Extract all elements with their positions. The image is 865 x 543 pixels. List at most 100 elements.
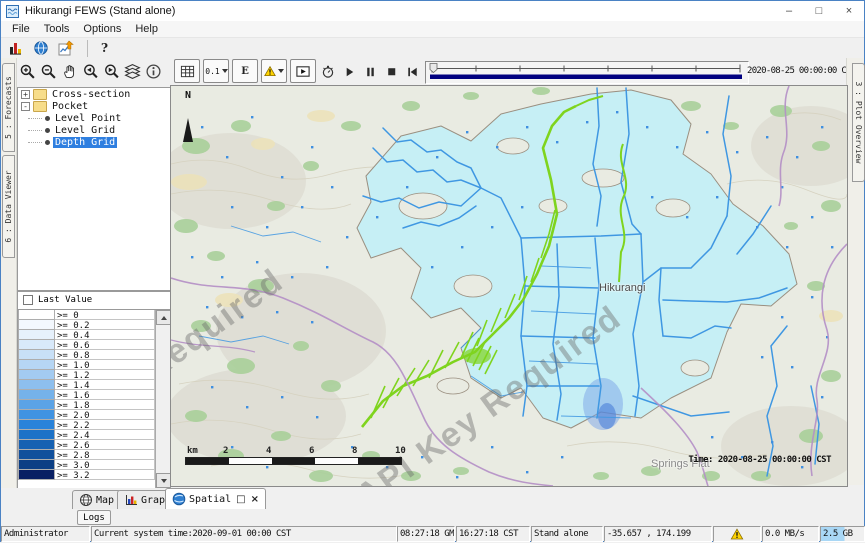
tree-label[interactable]: Pocket bbox=[50, 101, 90, 112]
legend-scrollbar[interactable] bbox=[155, 310, 170, 488]
scale-tick-label: 10 bbox=[395, 446, 406, 456]
side-tab-data-viewer[interactable]: 6 : Data Viewer bbox=[2, 155, 15, 258]
map-graphics bbox=[171, 86, 847, 486]
pan-hand-icon[interactable] bbox=[59, 60, 79, 82]
scale-tick-label: 2 bbox=[223, 446, 228, 456]
scale-segment bbox=[186, 458, 229, 464]
map-canvas[interactable]: API Key Required API Key Required N Hiku… bbox=[170, 85, 848, 487]
legend-label: >= 3.2 bbox=[55, 469, 155, 480]
menu-help[interactable]: Help bbox=[128, 23, 165, 35]
timeline-datetime: 2020-08-25 00:00:00 CST bbox=[747, 66, 856, 76]
tree-item-level-point[interactable]: Level Point bbox=[18, 112, 170, 124]
status-local-time: 16:27:18 CST bbox=[456, 526, 530, 542]
tree-item-depth-grid[interactable]: Depth Grid bbox=[18, 136, 170, 148]
import-export-chart-icon[interactable] bbox=[58, 40, 74, 56]
label-toggle-button[interactable]: E bbox=[232, 59, 258, 83]
warning-icon bbox=[264, 64, 276, 79]
tab-close-icon[interactable]: × bbox=[251, 494, 259, 505]
previous-frame-button[interactable] bbox=[402, 60, 422, 82]
scale-tick-label: 6 bbox=[309, 446, 314, 456]
threshold-value: 0.1 bbox=[205, 67, 219, 76]
menu-file[interactable]: File bbox=[5, 23, 37, 35]
animation-dialog-button[interactable] bbox=[290, 59, 316, 83]
play-button[interactable] bbox=[339, 60, 359, 82]
tree-connector bbox=[28, 117, 42, 119]
tab-maximize-icon[interactable]: □ bbox=[236, 494, 245, 505]
pause-button[interactable] bbox=[360, 60, 380, 82]
zoom-previous-icon[interactable] bbox=[80, 60, 100, 82]
chevron-down-icon bbox=[222, 69, 228, 73]
toolbar-separator bbox=[87, 40, 88, 57]
tree-item-cross-section[interactable]: + Cross-section bbox=[18, 88, 170, 100]
tree-label[interactable]: Cross-section bbox=[50, 89, 132, 100]
folder-icon bbox=[33, 89, 47, 100]
minimize-button[interactable]: – bbox=[774, 1, 804, 21]
zoom-out-icon[interactable] bbox=[38, 60, 58, 82]
collapse-icon[interactable]: - bbox=[21, 102, 30, 111]
maximize-button[interactable]: □ bbox=[804, 1, 834, 21]
menu-bar: FileToolsOptionsHelp bbox=[1, 21, 864, 38]
north-arrow-icon bbox=[183, 101, 193, 142]
map-globe-icon[interactable] bbox=[33, 40, 49, 56]
north-label: N bbox=[181, 90, 195, 101]
status-gmt-time: 08:27:18 GMT bbox=[397, 526, 455, 542]
scale-tick-label: 4 bbox=[266, 446, 271, 456]
tab-label: Spatial bbox=[189, 494, 231, 505]
grid-toggle-button[interactable] bbox=[174, 59, 200, 83]
close-button[interactable]: × bbox=[834, 1, 864, 21]
stop-button[interactable] bbox=[381, 60, 401, 82]
tree-item-pocket[interactable]: - Pocket bbox=[18, 100, 170, 112]
scale-track bbox=[185, 457, 402, 465]
tab-map[interactable]: Map bbox=[72, 490, 121, 509]
tree-connector bbox=[28, 141, 42, 143]
window-title: Hikurangi FEWS (Stand alone) bbox=[25, 5, 175, 17]
legend-classes: >= 0>= 0.2>= 0.4>= 0.6>= 0.8>= 1.0>= 1.2… bbox=[18, 310, 155, 488]
scroll-down-icon[interactable] bbox=[156, 473, 171, 488]
status-warning[interactable] bbox=[713, 526, 761, 542]
bar-chart-icon bbox=[124, 493, 138, 507]
layer-tree: + Cross-section - PocketLevel PointLevel Gr… bbox=[17, 87, 171, 291]
legend-row: >= 3.2 bbox=[18, 469, 155, 480]
menu-options[interactable]: Options bbox=[76, 23, 128, 35]
node-bullet-icon bbox=[45, 116, 50, 121]
menu-tools[interactable]: Tools bbox=[37, 23, 77, 35]
warning-icon bbox=[730, 528, 744, 541]
status-system-time: Current system time:2020-09-01 00:00 CST bbox=[91, 526, 397, 542]
last-value-checkbox[interactable] bbox=[23, 295, 33, 305]
zoom-in-icon[interactable] bbox=[17, 60, 37, 82]
threshold-dropdown-button[interactable]: 0.1 bbox=[203, 59, 229, 83]
tree-label[interactable]: Level Point bbox=[53, 113, 123, 124]
main-toolbar: ? bbox=[1, 38, 864, 58]
status-throughput: 0.0 MB/s bbox=[762, 526, 819, 542]
animation-speed-icon[interactable] bbox=[318, 60, 338, 82]
status-memory: 2.5 GB bbox=[820, 526, 865, 542]
warning-dropdown-button[interactable] bbox=[261, 59, 287, 83]
scale-tick-label: 8 bbox=[352, 446, 357, 456]
help-button[interactable]: ? bbox=[101, 41, 108, 55]
status-coordinates: -35.657 , 174.199 bbox=[604, 526, 712, 542]
tree-label[interactable]: Depth Grid bbox=[53, 137, 117, 148]
tree-connector bbox=[28, 129, 42, 131]
node-bullet-icon bbox=[45, 140, 50, 145]
timeline-slider[interactable] bbox=[425, 61, 749, 84]
status-bar: Administrator Current system time:2020-0… bbox=[1, 526, 864, 543]
scroll-up-icon[interactable] bbox=[156, 310, 171, 325]
scale-unit-label: km bbox=[187, 446, 198, 456]
timeseries-chart-icon[interactable] bbox=[8, 40, 24, 56]
info-icon[interactable] bbox=[143, 60, 163, 82]
zoom-next-icon[interactable] bbox=[101, 60, 121, 82]
expand-icon[interactable]: + bbox=[21, 90, 30, 99]
map-time-annotation: Time: 2020-08-25 00:00:00 CST bbox=[688, 455, 831, 465]
globe-icon bbox=[172, 492, 186, 506]
side-tab-plot-overview[interactable]: 3 : Plot Overview bbox=[852, 63, 865, 182]
node-bullet-icon bbox=[45, 128, 50, 133]
logs-button[interactable]: Logs bbox=[77, 510, 111, 525]
chevron-down-icon bbox=[278, 69, 284, 73]
tree-item-level-grid[interactable]: Level Grid bbox=[18, 124, 170, 136]
side-tab-forecasts[interactable]: 5 : Forecasts bbox=[2, 63, 15, 152]
layers-icon[interactable] bbox=[122, 60, 142, 82]
tree-label[interactable]: Level Grid bbox=[53, 125, 117, 136]
status-mode: Stand alone bbox=[531, 526, 603, 542]
app-window: Hikurangi FEWS (Stand alone) – □ × FileT… bbox=[0, 0, 865, 542]
tab-spatial-active[interactable]: Spatial □ × bbox=[165, 488, 266, 509]
